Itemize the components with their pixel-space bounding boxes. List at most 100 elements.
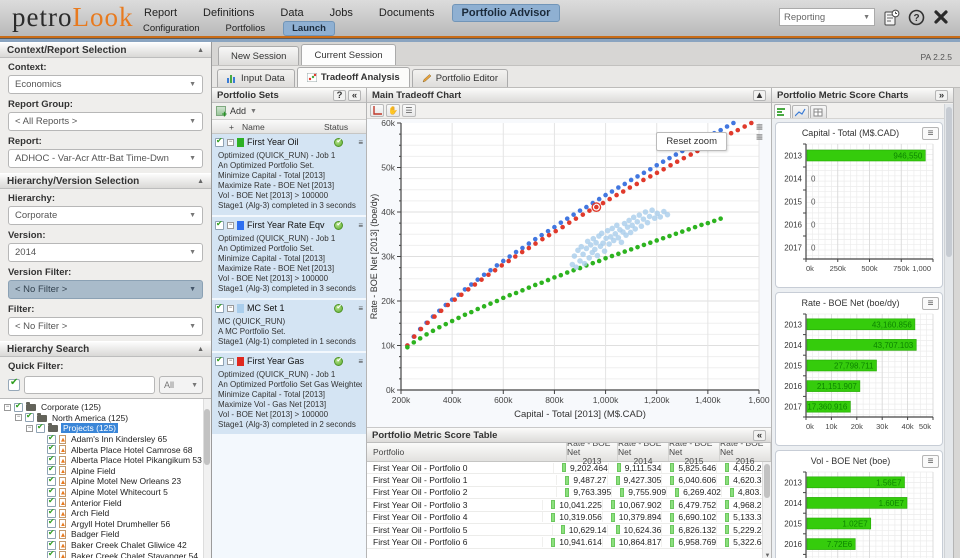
filter-dropdown[interactable]: < No Filter > ▼ <box>8 317 203 336</box>
table-row[interactable]: First Year Oil - Portfolio 1 9,487.27 9,42… <box>367 474 771 487</box>
portfolio-set-checkbox[interactable] <box>215 302 224 313</box>
column-header-2013[interactable]: Rate - BOE Net2013 <box>567 443 618 465</box>
tree-item[interactable]: Alpine Field <box>4 464 211 477</box>
collapse-panel-icon[interactable]: « <box>753 429 766 441</box>
panel-scrollbar[interactable] <box>944 104 953 558</box>
tree-item[interactable]: Baker Creek Chalet Stavanger 54 <box>4 549 211 558</box>
column-header-2016[interactable]: Rate - BOE Net2016 <box>720 443 771 465</box>
collapse-panel-icon[interactable]: » <box>935 89 948 101</box>
tree-item[interactable]: − Projects (125) <box>4 422 211 434</box>
menu-item-jobs[interactable]: Jobs <box>321 5 362 21</box>
menu-item-definitions[interactable]: Definitions <box>194 5 263 21</box>
submenu-item-configuration[interactable]: Configuration <box>135 22 208 35</box>
tree-item[interactable]: − Corporate (125) <box>4 401 211 413</box>
version-dropdown[interactable]: 2014 ▼ <box>8 243 203 262</box>
tree-checkbox[interactable] <box>14 401 23 412</box>
portfolio-set-row[interactable]: − First Year Gas ≡ <box>212 353 366 369</box>
tree-item[interactable]: Adam's Inn Kindersley 65 <box>4 433 211 445</box>
collapse-row-icon[interactable]: − <box>227 138 234 146</box>
metric-chart-canvas[interactable]: 0k 250k 500k 750k 1,000 2013 946,550 2014 0 2015 0… <box>779 141 939 281</box>
tree-expand-icon[interactable]: − <box>15 414 22 422</box>
grid-view-icon[interactable] <box>810 105 827 118</box>
reset-zoom-button[interactable]: Reset zoom <box>656 132 727 151</box>
row-menu-icon[interactable]: ≡ <box>358 304 363 313</box>
table-scrollbar[interactable]: ▼ <box>762 462 771 558</box>
column-header-2014[interactable]: Rate - BOE Net2014 <box>618 443 669 465</box>
quick-filter-checkbox[interactable] <box>8 377 20 391</box>
tree-checkbox[interactable] <box>47 549 56 558</box>
tree-item[interactable]: Arch Field <box>4 507 211 519</box>
collapsed-panel-strip[interactable] <box>953 88 960 558</box>
portfolio-set-row[interactable]: − First Year Rate Eqv ≡ <box>212 217 366 233</box>
tree-item[interactable]: Alpine Motel Whitecourt 5 <box>4 486 211 498</box>
row-menu-icon[interactable]: ≡ <box>358 221 363 230</box>
table-row[interactable]: First Year Oil - Portfolio 2 9,763.395 9,7… <box>367 487 771 500</box>
tree-item[interactable]: Alpine Motel New Orleans 23 <box>4 475 211 487</box>
portfolio-set-item[interactable]: − MC Set 1 ≡MC (QUICK_RUN)A MC Portfolio S… <box>212 300 366 351</box>
column-header-2015[interactable]: Rate - BOE Net2015 <box>669 443 720 465</box>
tree-checkbox[interactable] <box>25 411 34 423</box>
portfolio-set-checkbox[interactable] <box>215 136 224 147</box>
hamburger-icon[interactable]: ≡ <box>922 126 939 140</box>
tree-item[interactable]: Baker Creek Chalet Gliwice 42 <box>4 539 211 551</box>
submenu-item-portfolios[interactable]: Portfolios <box>218 22 274 35</box>
reports-icon[interactable] <box>882 8 900 26</box>
chart-menu-icon[interactable]: ☰ <box>402 104 416 117</box>
section-hierarchy-version[interactable]: Hierarchy/Version Selection ▲ <box>0 173 211 189</box>
tree-expand-icon[interactable]: − <box>4 403 11 411</box>
hamburger-icon[interactable]: ≡ <box>922 454 939 468</box>
collapse-row-icon[interactable]: − <box>227 357 234 365</box>
tree-expand-icon[interactable]: − <box>26 424 33 432</box>
tree-item[interactable]: Argyll Hotel Drumheller 56 <box>4 517 211 530</box>
portfolio-set-item[interactable]: − First Year Gas ≡ Optimized (QUICK_RUN) - … <box>212 353 366 434</box>
hamburger-icon[interactable]: ≡ <box>922 296 939 310</box>
zoom-mode-icon[interactable] <box>370 104 384 117</box>
tab-current-session[interactable]: Current Session <box>301 44 396 65</box>
collapse-panel-icon[interactable]: « <box>348 89 361 101</box>
section-hierarchy-search[interactable]: Hierarchy Search ▲ <box>0 341 211 357</box>
close-icon[interactable] <box>932 8 950 26</box>
reporting-dropdown[interactable]: Reporting ▼ <box>779 8 875 26</box>
portfolio-set-item[interactable]: − First Year Oil ≡Optimized (QUICK_RUN) - … <box>212 134 366 215</box>
table-row[interactable]: First Year Oil - Portfolio 4 10,319.056 10… <box>367 512 771 524</box>
column-header-portfolio[interactable]: Portfolio <box>367 443 567 461</box>
hamburger-icon[interactable]: ≡ ≡ <box>756 121 763 143</box>
tree-item[interactable]: Badger Field <box>4 528 211 540</box>
help-icon[interactable]: ? <box>333 89 346 101</box>
report-group-dropdown[interactable]: < All Reports > ▼ <box>8 112 203 131</box>
portfolio-set-item[interactable]: − First Year Rate Eqv ≡Optimized (QUICK_RU… <box>212 217 366 298</box>
tab-new-session[interactable]: New Session <box>218 46 300 65</box>
bar-view-icon[interactable] <box>774 104 791 118</box>
tab-tradeoff-analysis[interactable]: Tradeoff Analysis <box>296 67 410 87</box>
filter-scope-dropdown[interactable]: All ▼ <box>159 376 203 394</box>
row-menu-icon[interactable]: ≡ <box>358 357 363 366</box>
table-row[interactable]: First Year Oil - Portfolio 6 10,941.614 10… <box>367 536 771 549</box>
context-dropdown[interactable]: Economics ▼ <box>8 75 203 94</box>
table-row[interactable]: First Year Oil - Portfolio 3 10,041.225 10… <box>367 499 771 512</box>
collapse-row-icon[interactable]: − <box>227 304 234 312</box>
version-filter-dropdown[interactable]: < No Filter > ▼ <box>8 280 203 299</box>
menu-item-report[interactable]: Report <box>135 5 186 21</box>
submenu-item-launch[interactable]: Launch <box>283 21 335 36</box>
tree-item[interactable]: Alberta Place Hotel Pikangikum 53 <box>4 454 211 466</box>
portfolio-set-row[interactable]: − First Year Oil ≡ <box>212 134 366 150</box>
tab-input-data[interactable]: Input Data <box>217 69 295 87</box>
quick-filter-input[interactable] <box>24 376 155 394</box>
menu-item-documents[interactable]: Documents <box>370 5 444 21</box>
portfolio-set-row[interactable]: − MC Set 1 ≡ <box>212 300 366 316</box>
tab-portfolio-editor[interactable]: Portfolio Editor <box>411 69 508 87</box>
collapse-row-icon[interactable]: − <box>227 221 234 229</box>
section-context-report[interactable]: Context/Report Selection ▲ <box>0 42 211 58</box>
portfolio-set-checkbox[interactable] <box>215 355 224 366</box>
metric-chart-canvas[interactable]: 0k 10k 20k 30k 40k 50k 2013 43,160.856 2014 43,70… <box>779 311 939 439</box>
tree-item[interactable]: Alberta Place Hotel Camrose 68 <box>4 443 211 455</box>
table-row[interactable]: First Year Oil - Portfolio 5 10,629.14 10,… <box>367 524 771 537</box>
tree-scrollbar[interactable] <box>203 399 211 558</box>
collapse-panel-icon[interactable]: ▲ <box>753 89 766 101</box>
pan-hand-icon[interactable]: ✋ <box>386 104 400 117</box>
line-view-icon[interactable] <box>792 105 809 118</box>
row-menu-icon[interactable]: ≡ <box>358 138 363 147</box>
tree-item[interactable]: Anterior Field <box>4 496 211 508</box>
help-icon[interactable]: ? <box>907 8 925 26</box>
report-dropdown[interactable]: ADHOC - Var-Acr Attr-Bat Time-Dwn ▼ <box>8 149 203 168</box>
